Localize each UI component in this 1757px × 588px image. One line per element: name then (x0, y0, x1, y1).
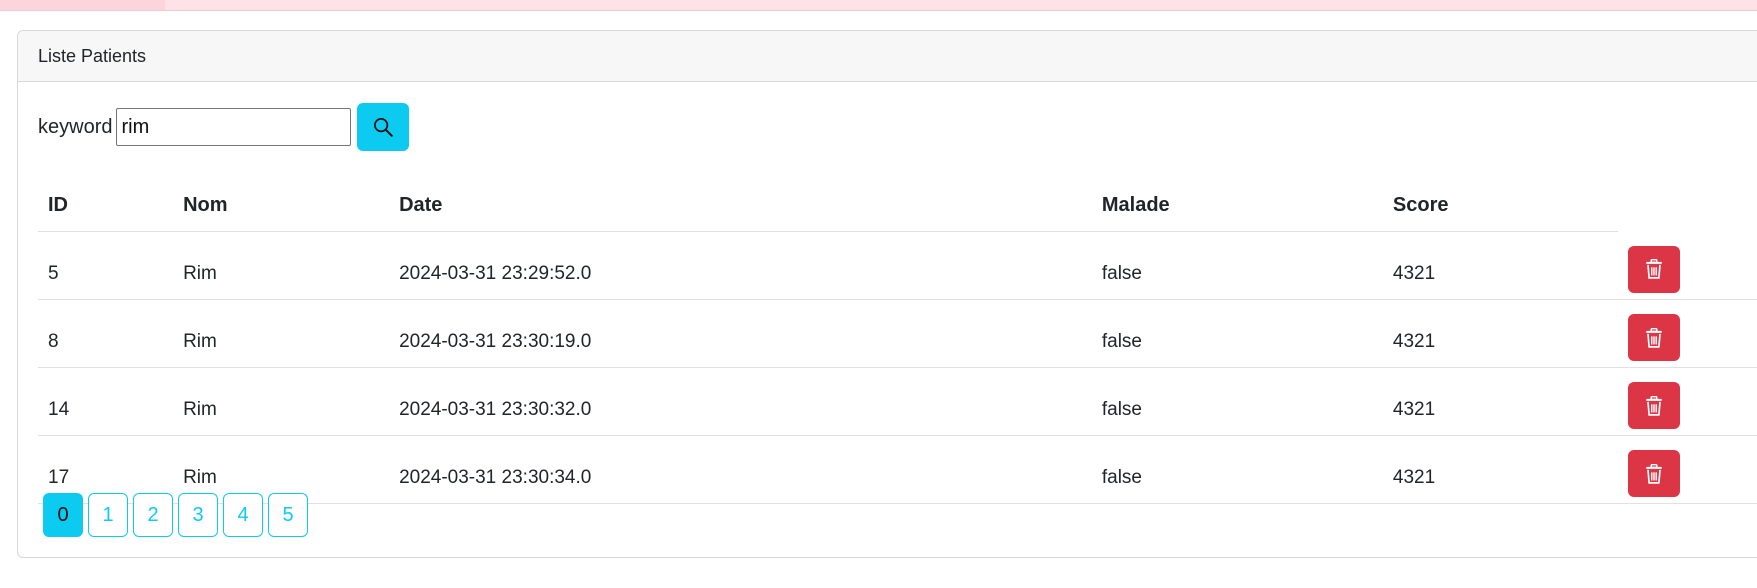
top-strip (0, 0, 1757, 11)
cell-id: 5 (38, 231, 174, 300)
column-header-malade: Malade (1091, 181, 1383, 232)
table-row: 5 Rim 2024-03-31 23:29:52.0 false 4321 (38, 231, 1757, 300)
cell-action (1617, 367, 1757, 436)
trash-icon (1645, 327, 1662, 348)
cell-score: 4321 (1382, 435, 1618, 504)
cell-id: 8 (38, 299, 174, 368)
delete-button[interactable] (1627, 245, 1680, 293)
cell-action (1617, 231, 1757, 300)
table-row: 14 Rim 2024-03-31 23:30:32.0 false 4321 (38, 367, 1757, 436)
cell-action (1617, 435, 1757, 504)
table-header-row: ID Nom Date Malade Score (38, 181, 1757, 232)
column-header-nom: Nom (173, 181, 390, 232)
cell-date: 2024-03-31 23:30:19.0 (389, 299, 1092, 368)
cell-id: 14 (38, 367, 174, 436)
page-button-5[interactable]: 5 (268, 493, 308, 537)
top-strip-lead (0, 0, 165, 10)
page-button-1[interactable]: 1 (88, 493, 128, 537)
card-title: Liste Patients (38, 45, 147, 66)
cell-date: 2024-03-31 23:30:32.0 (389, 367, 1092, 436)
delete-button[interactable] (1627, 450, 1680, 497)
cell-malade: false (1091, 367, 1383, 436)
page-button-4[interactable]: 4 (223, 493, 263, 537)
column-header-date: Date (389, 181, 1092, 232)
card-header: Liste Patients (18, 31, 1757, 82)
cell-nom: Rim (173, 231, 390, 300)
cell-nom: Rim (173, 299, 390, 368)
cell-action (1617, 299, 1757, 368)
search-form: keyword (38, 103, 410, 151)
cell-malade: false (1091, 231, 1383, 300)
cell-score: 4321 (1382, 231, 1618, 300)
trash-icon (1645, 259, 1662, 279)
keyword-label: keyword (38, 115, 113, 138)
delete-button[interactable] (1627, 382, 1680, 429)
delete-button[interactable] (1627, 314, 1680, 361)
trash-icon (1645, 463, 1662, 484)
column-header-id: ID (38, 181, 174, 232)
table-row: 8 Rim 2024-03-31 23:30:19.0 false 4321 (38, 299, 1757, 368)
page-button-3[interactable]: 3 (178, 493, 218, 537)
cell-nom: Rim (173, 367, 390, 436)
search-button[interactable] (357, 103, 410, 151)
page-button-2[interactable]: 2 (133, 493, 173, 537)
keyword-input[interactable] (116, 108, 352, 146)
column-header-score: Score (1382, 181, 1618, 232)
pagination: 012345 (43, 493, 313, 537)
page-button-0[interactable]: 0 (43, 493, 83, 537)
column-header-action (1618, 181, 1757, 231)
cell-score: 4321 (1382, 367, 1618, 436)
cell-malade: false (1091, 299, 1383, 368)
cell-score: 4321 (1382, 299, 1618, 368)
patients-card: Liste Patients keyword ID Nom Date Malad… (17, 30, 1757, 558)
search-icon (374, 118, 394, 137)
patients-table: ID Nom Date Malade Score 5 Rim 2024-03-31 … (38, 181, 1757, 504)
cell-date: 2024-03-31 23:30:34.0 (389, 435, 1092, 504)
cell-date: 2024-03-31 23:29:52.0 (389, 231, 1092, 300)
trash-icon (1645, 395, 1662, 416)
cell-malade: false (1091, 435, 1383, 504)
